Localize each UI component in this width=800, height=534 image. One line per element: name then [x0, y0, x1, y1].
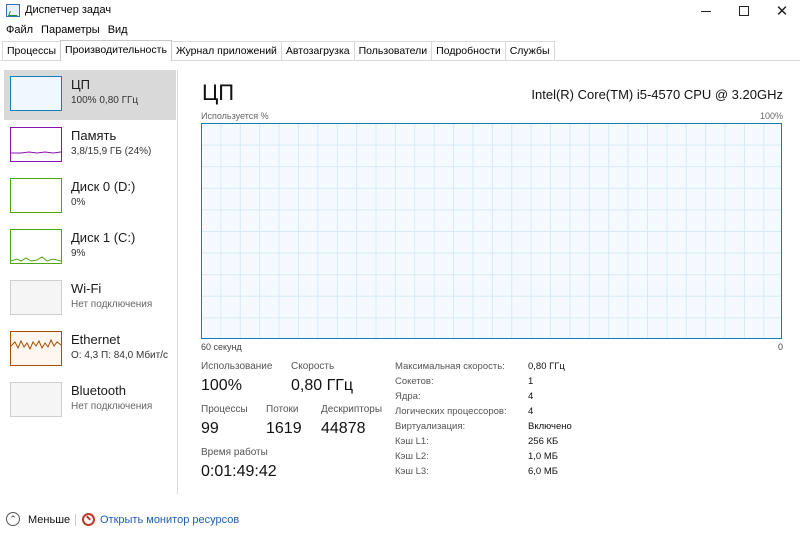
sidebar-item-value: 0%: [71, 197, 86, 208]
menu-bar: Файл Параметры Вид: [0, 22, 800, 40]
minimize-icon: [701, 10, 711, 12]
speed-value: 0,80 ГГц: [291, 377, 354, 394]
page-title: ЦП: [202, 80, 235, 105]
chevron-up-icon[interactable]: ⌃: [6, 512, 20, 526]
sidebar-item-disk1[interactable]: Диск 1 (C:) 9%: [4, 223, 176, 273]
sidebar-item-label: Wi-Fi: [71, 281, 102, 296]
spec-cores-value: 4: [528, 391, 534, 402]
resource-sidebar: ЦП 100% 0,80 ГГц Память 3,8/15,9 ГБ (24%…: [0, 70, 178, 494]
sidebar-item-label: Ethernet: [71, 332, 121, 347]
spec-cores-label: Ядра:: [395, 391, 421, 402]
cpu-thumbnail: [10, 76, 62, 111]
sidebar-item-cpu[interactable]: ЦП 100% 0,80 ГГц: [4, 70, 176, 120]
spec-max-speed-value: 0,80 ГГц: [528, 361, 565, 372]
uptime-label: Время работы: [201, 447, 268, 458]
menu-options[interactable]: Параметры: [38, 22, 105, 40]
close-button[interactable]: ✕: [764, 0, 800, 22]
spec-l3-label: Кэш L3:: [395, 466, 429, 477]
sidebar-item-value: 100% 0,80 ГГц: [71, 95, 139, 106]
maximize-icon: [739, 6, 749, 16]
title-bar: Диспетчер задач ✕: [0, 0, 800, 22]
tab-services[interactable]: Службы: [504, 41, 555, 60]
task-manager-icon: [6, 4, 20, 17]
graph-time-start: 60 секунд: [201, 342, 242, 352]
sidebar-item-label: Диск 0 (D:): [71, 179, 136, 194]
spec-l1-label: Кэш L1:: [395, 436, 429, 447]
spec-virtualization-value: Включено: [528, 421, 572, 432]
menu-file[interactable]: Файл: [3, 22, 38, 40]
sidebar-item-bluetooth[interactable]: Bluetooth Нет подключения: [4, 376, 176, 426]
sidebar-item-ethernet[interactable]: Ethernet О: 4,3 П: 84,0 Мбит/с: [4, 325, 176, 375]
processes-label: Процессы: [201, 404, 248, 415]
tab-processes[interactable]: Процессы: [2, 41, 62, 60]
cpu-model: Intel(R) Core(TM) i5-4570 CPU @ 3.20GHz: [531, 87, 783, 102]
spec-sockets-value: 1: [528, 376, 534, 387]
sidebar-item-value: Нет подключения: [71, 299, 153, 310]
graph-label: Используется %: [201, 111, 269, 121]
spec-l2-value: 1,0 МБ: [528, 451, 558, 462]
spec-sockets-label: Сокетов:: [395, 376, 434, 387]
sidebar-item-value: 9%: [71, 248, 86, 259]
spec-l3-value: 6,0 МБ: [528, 466, 558, 477]
resource-monitor-icon[interactable]: [82, 513, 95, 526]
usage-label: Использование: [201, 361, 273, 372]
memory-thumbnail: [10, 127, 62, 162]
memory-graph: [11, 151, 62, 154]
handles-value: 44878: [321, 420, 366, 437]
sidebar-item-label: Память: [71, 128, 117, 143]
wifi-thumbnail: [10, 280, 62, 315]
ethernet-graph: [10, 338, 62, 351]
footer: ⌃ Меньше Открыть монитор ресурсов: [0, 505, 800, 534]
bluetooth-thumbnail: [10, 382, 62, 417]
fewer-details-button[interactable]: Меньше: [28, 514, 70, 526]
minimize-button[interactable]: [688, 0, 724, 22]
sidebar-item-label: ЦП: [71, 77, 90, 92]
sidebar-item-value: О: 4,3 П: 84,0 Мбит/с: [71, 350, 169, 361]
graph-max-label: 100%: [759, 111, 783, 121]
close-icon: ✕: [775, 1, 789, 20]
open-resource-monitor-link[interactable]: Открыть монитор ресурсов: [100, 514, 239, 526]
disk1-graph: [10, 256, 62, 262]
threads-value: 1619: [266, 420, 302, 437]
footer-divider: [75, 514, 76, 526]
disk0-thumbnail: [10, 178, 62, 213]
maximize-button[interactable]: [726, 0, 762, 22]
speed-label: Скорость: [291, 361, 335, 372]
handles-label: Дескрипторы: [321, 404, 383, 415]
sidebar-item-disk0[interactable]: Диск 0 (D:) 0%: [4, 172, 176, 222]
spec-logical-label: Логических процессоров:: [395, 406, 507, 417]
usage-value: 100%: [201, 377, 242, 394]
window-title: Диспетчер задач: [25, 4, 112, 16]
spec-logical-value: 4: [528, 406, 534, 417]
uptime-value: 0:01:49:42: [201, 463, 277, 480]
tab-app-history[interactable]: Журнал приложений: [170, 41, 282, 60]
processes-value: 99: [201, 420, 219, 437]
menu-view[interactable]: Вид: [105, 22, 133, 40]
disk1-thumbnail: [10, 229, 62, 264]
cpu-usage-graph: [201, 123, 782, 339]
sidebar-item-label: Диск 1 (C:): [71, 230, 136, 245]
spec-l1-value: 256 КБ: [528, 436, 559, 447]
threads-label: Потоки: [266, 404, 299, 415]
tab-performance[interactable]: Производительность: [60, 40, 172, 61]
tab-details[interactable]: Подробности: [431, 41, 506, 60]
spec-max-speed-label: Максимальная скорость:: [395, 361, 505, 372]
spec-l2-label: Кэш L2:: [395, 451, 429, 462]
ethernet-thumbnail: [10, 331, 62, 366]
sidebar-item-value: 3,8/15,9 ГБ (24%): [71, 146, 152, 157]
tab-users[interactable]: Пользователи: [353, 41, 433, 60]
tab-bar: Процессы Производительность Журнал прило…: [0, 40, 800, 61]
sidebar-item-wifi[interactable]: Wi-Fi Нет подключения: [4, 274, 176, 324]
tab-startup[interactable]: Автозагрузка: [280, 41, 355, 60]
sidebar-item-memory[interactable]: Память 3,8/15,9 ГБ (24%): [4, 121, 176, 171]
sidebar-item-value: Нет подключения: [71, 401, 153, 412]
sidebar-item-label: Bluetooth: [71, 383, 126, 398]
graph-time-end: 0: [777, 342, 783, 352]
spec-virtualization-label: Виртуализация:: [395, 421, 466, 432]
